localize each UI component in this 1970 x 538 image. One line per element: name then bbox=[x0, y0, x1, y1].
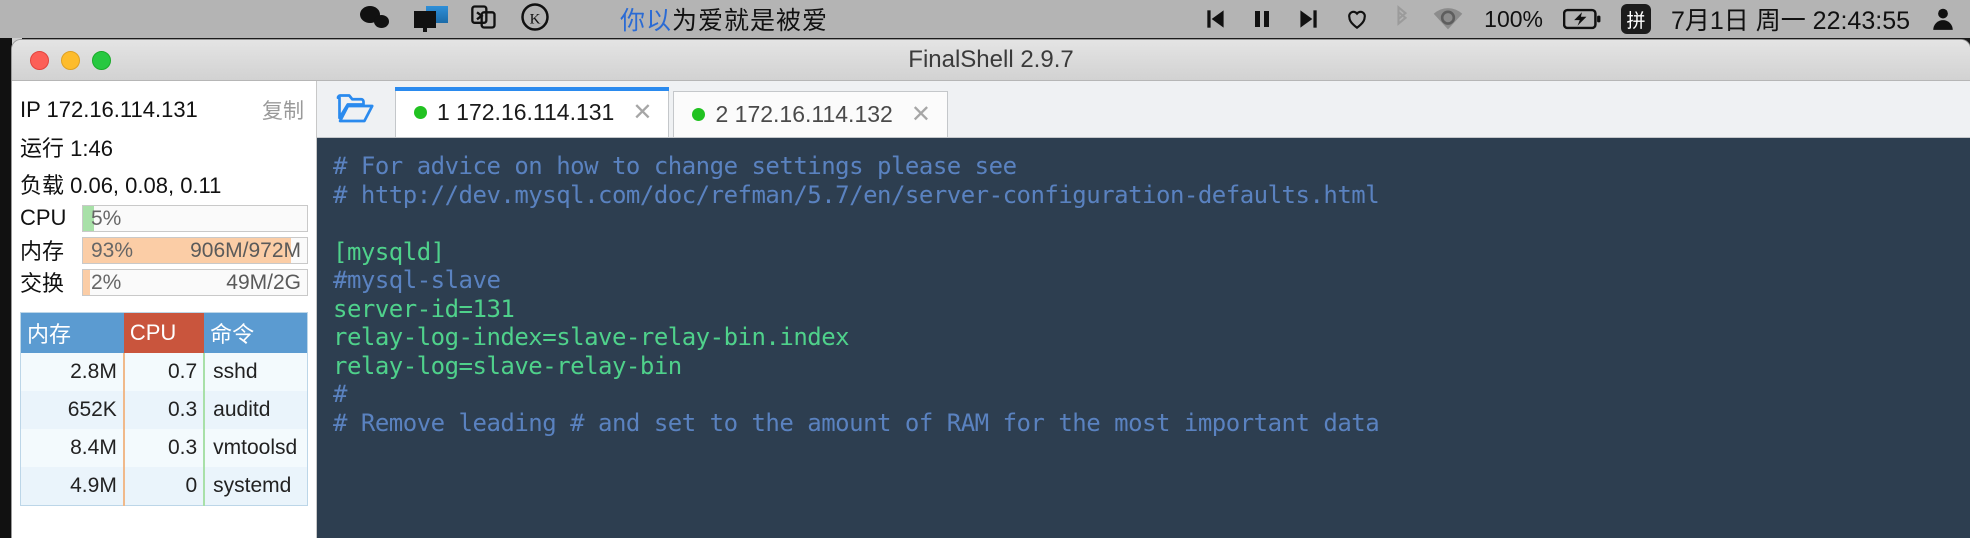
wifi-icon[interactable] bbox=[1432, 6, 1464, 32]
cpu-meter-row: CPU 5% bbox=[20, 202, 308, 234]
window-title-bar[interactable]: FinalShell 2.9.7 bbox=[12, 40, 1970, 81]
swap-meter: 2% 49M/2G bbox=[82, 268, 308, 296]
finalshell-window: FinalShell 2.9.7 IP 172.16.114.131 复制 运行… bbox=[12, 40, 1970, 538]
terminal-line: # For advice on how to change settings p… bbox=[333, 152, 1017, 180]
menu-bar-clock[interactable]: 7月1日 周一 22:43:55 bbox=[1671, 1, 1910, 37]
process-table: 内存 CPU 命令 2.8M 0.7 sshd 652K 0.3 auditd … bbox=[20, 312, 308, 506]
row-command: auditd bbox=[204, 391, 308, 429]
tab-bar: 1 172.16.114.131 ✕ 2 172.16.114.132 ✕ bbox=[317, 81, 1970, 138]
now-playing-title[interactable]: 你以为爱就是被爱 bbox=[620, 1, 828, 37]
row-cpu: 0.3 bbox=[123, 429, 206, 467]
input-method-indicator[interactable]: 拼 bbox=[1620, 4, 1651, 34]
tab-label: 2 172.16.114.132 bbox=[715, 101, 893, 127]
terminal-line: #mysql-slave bbox=[333, 266, 501, 294]
screen: K 你以为爱就是被爱 100% 拼 7月1日 周一 22:43:55 Final… bbox=[0, 0, 1970, 538]
table-row[interactable]: 2.8M 0.7 sshd bbox=[20, 353, 308, 391]
ip-label: IP 172.16.114.131 bbox=[20, 96, 198, 122]
open-folder-icon[interactable] bbox=[317, 80, 395, 137]
window-title: FinalShell 2.9.7 bbox=[908, 46, 1074, 73]
terminal-line: # http://dev.mysql.com/doc/refman/5.7/en… bbox=[333, 180, 1380, 209]
battery-percent-label: 100% bbox=[1484, 5, 1543, 32]
swap-meter-detail: 49M/2G bbox=[226, 270, 301, 294]
terminal-line: relay-log-index=slave-relay-bin.index bbox=[333, 323, 850, 351]
menu-bar-right-items: 100% 拼 7月1日 周一 22:43:55 bbox=[1202, 1, 1970, 37]
connection-status-dot bbox=[692, 108, 706, 121]
connection-status-dot bbox=[414, 105, 427, 119]
memory-meter-detail: 906M/972M bbox=[190, 238, 301, 262]
cpu-meter-percent: 5% bbox=[91, 206, 122, 230]
row-cpu: 0.3 bbox=[123, 391, 206, 429]
memory-meter-label: 内存 bbox=[20, 239, 65, 264]
macos-menu-bar: K 你以为爱就是被爱 100% 拼 7月1日 周一 22:43:55 bbox=[0, 0, 1970, 38]
heart-icon[interactable] bbox=[1342, 6, 1372, 32]
user-icon[interactable] bbox=[1930, 5, 1956, 33]
server-monitor-sidebar: IP 172.16.114.131 复制 运行 1:46 负载 0.06, 0.… bbox=[12, 81, 317, 538]
swap-meter-label: 交换 bbox=[20, 271, 65, 296]
terminal-line: # Remove leading # and set to the amount… bbox=[333, 408, 1380, 437]
copy-ip-button[interactable]: 复制 bbox=[262, 95, 308, 125]
cpu-meter-label: CPU bbox=[20, 205, 67, 230]
row-memory: 652K bbox=[20, 391, 125, 429]
swap-meter-percent: 2% bbox=[91, 270, 122, 294]
screen-share-icon[interactable] bbox=[470, 3, 498, 36]
window-body: IP 172.16.114.131 复制 运行 1:46 负载 0.06, 0.… bbox=[12, 81, 1970, 538]
process-table-header-row: 内存 CPU 命令 bbox=[20, 312, 308, 353]
terminal-line: # bbox=[333, 380, 347, 408]
cpu-meter: 5% bbox=[82, 204, 308, 232]
uptime-label: 运行 1:46 bbox=[20, 135, 113, 161]
tab-session-1[interactable]: 1 172.16.114.131 ✕ bbox=[395, 87, 670, 137]
row-memory: 8.4M bbox=[20, 429, 125, 467]
close-icon[interactable]: ✕ bbox=[911, 100, 931, 129]
now-playing-highlight: 你以 bbox=[620, 7, 673, 35]
session-pane: 1 172.16.114.131 ✕ 2 172.16.114.132 ✕ # … bbox=[317, 81, 1970, 538]
tab-session-2[interactable]: 2 172.16.114.132 ✕ bbox=[673, 91, 948, 137]
row-cpu: 0 bbox=[123, 467, 206, 506]
keka-icon[interactable]: K bbox=[520, 2, 550, 37]
load-average-label: 负载 0.06, 0.08, 0.11 bbox=[20, 172, 222, 198]
monitor-icon[interactable] bbox=[414, 6, 448, 32]
terminal-line: server-id=131 bbox=[333, 294, 515, 323]
swap-meter-row: 交换 2% 49M/2G bbox=[20, 266, 308, 298]
terminal-line: relay-log=slave-relay-bin bbox=[333, 351, 682, 380]
media-pause-icon[interactable] bbox=[1250, 6, 1274, 32]
close-icon[interactable]: ✕ bbox=[632, 98, 652, 127]
row-memory: 2.8M bbox=[20, 353, 125, 391]
table-row[interactable]: 652K 0.3 auditd bbox=[20, 391, 308, 429]
now-playing-rest: 为爱就是被爱 bbox=[672, 7, 829, 35]
process-table-header-command[interactable]: 命令 bbox=[204, 312, 308, 353]
table-row[interactable]: 8.4M 0.3 vmtoolsd bbox=[20, 429, 308, 467]
process-table-header-cpu[interactable]: CPU bbox=[123, 312, 205, 353]
tab-label: 1 172.16.114.131 bbox=[437, 98, 615, 125]
battery-charging-icon[interactable] bbox=[1562, 7, 1601, 31]
memory-meter-percent: 93% bbox=[91, 238, 134, 262]
menu-bar-status-icons: K bbox=[360, 2, 550, 37]
bluetooth-icon[interactable] bbox=[1392, 5, 1412, 33]
row-memory: 4.9M bbox=[20, 467, 125, 506]
ip-row: IP 172.16.114.131 复制 bbox=[20, 91, 308, 128]
terminal-line: [mysqld] bbox=[333, 237, 445, 266]
wechat-icon[interactable] bbox=[360, 6, 392, 32]
media-prev-icon[interactable] bbox=[1202, 6, 1230, 32]
process-table-header-memory[interactable]: 内存 bbox=[20, 312, 124, 353]
row-command: vmtoolsd bbox=[204, 429, 308, 467]
row-command: systemd bbox=[204, 467, 308, 506]
memory-meter-row: 内存 93% 906M/972M bbox=[20, 234, 308, 266]
memory-meter: 93% 906M/972M bbox=[82, 236, 308, 264]
media-next-icon[interactable] bbox=[1294, 6, 1322, 32]
row-cpu: 0.7 bbox=[123, 353, 206, 391]
table-row[interactable]: 4.9M 0 systemd bbox=[20, 467, 308, 506]
svg-text:K: K bbox=[530, 11, 541, 27]
terminal-output[interactable]: # For advice on how to change settings p… bbox=[317, 138, 1970, 538]
row-command: sshd bbox=[204, 353, 308, 391]
